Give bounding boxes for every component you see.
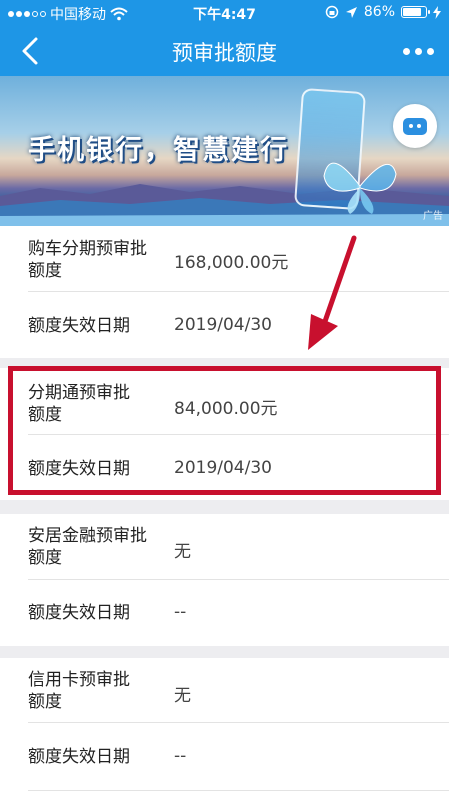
quota-amount: 168,000.00元: [174, 253, 289, 273]
battery-percent: 86%: [363, 4, 395, 20]
more-dot-icon: [414, 47, 422, 55]
butterfly-illustration: [323, 162, 397, 214]
more-options-button[interactable]: [401, 40, 435, 62]
banner-slogan: 手机银行，智慧建行: [28, 135, 289, 166]
row-divider: [28, 722, 449, 723]
expiry-date: 2019/04/30: [174, 315, 272, 335]
row-divider: [28, 579, 449, 580]
expiry-date: --: [174, 746, 187, 766]
quota-amount: 无: [174, 686, 191, 706]
status-bar: 中国移动 下午4:47 86%: [0, 0, 449, 26]
location-arrow-icon: [345, 6, 357, 18]
expiry-date: --: [174, 602, 187, 622]
quota-amount: 无: [174, 542, 191, 562]
quota-name: 安居金融预审批 额度: [28, 526, 147, 568]
navigation-bar: 预审批额度: [0, 26, 449, 76]
more-dot-icon: [426, 47, 434, 55]
status-right: 86%: [325, 4, 441, 20]
rotation-lock-icon: [325, 5, 339, 19]
charging-icon: [433, 5, 441, 19]
highlight-box: [8, 366, 441, 495]
more-dot-icon: [402, 47, 410, 55]
page-title: 预审批额度: [172, 41, 277, 65]
quota-name: 信用卡预审批 额度: [28, 670, 130, 712]
robot-icon: [403, 118, 427, 135]
ad-banner[interactable]: 手机银行，智慧建行 广告: [0, 76, 449, 226]
row-divider: [28, 291, 449, 292]
ad-label: 广告: [423, 211, 443, 222]
expiry-label: 额度失效日期: [28, 747, 130, 767]
row-divider: [28, 790, 449, 791]
assistant-robot-button[interactable]: [393, 104, 437, 148]
expiry-label: 额度失效日期: [28, 316, 130, 336]
battery-icon: [401, 6, 430, 18]
quota-name: 购车分期预审批 额度: [28, 239, 147, 281]
expiry-label: 额度失效日期: [28, 603, 130, 623]
